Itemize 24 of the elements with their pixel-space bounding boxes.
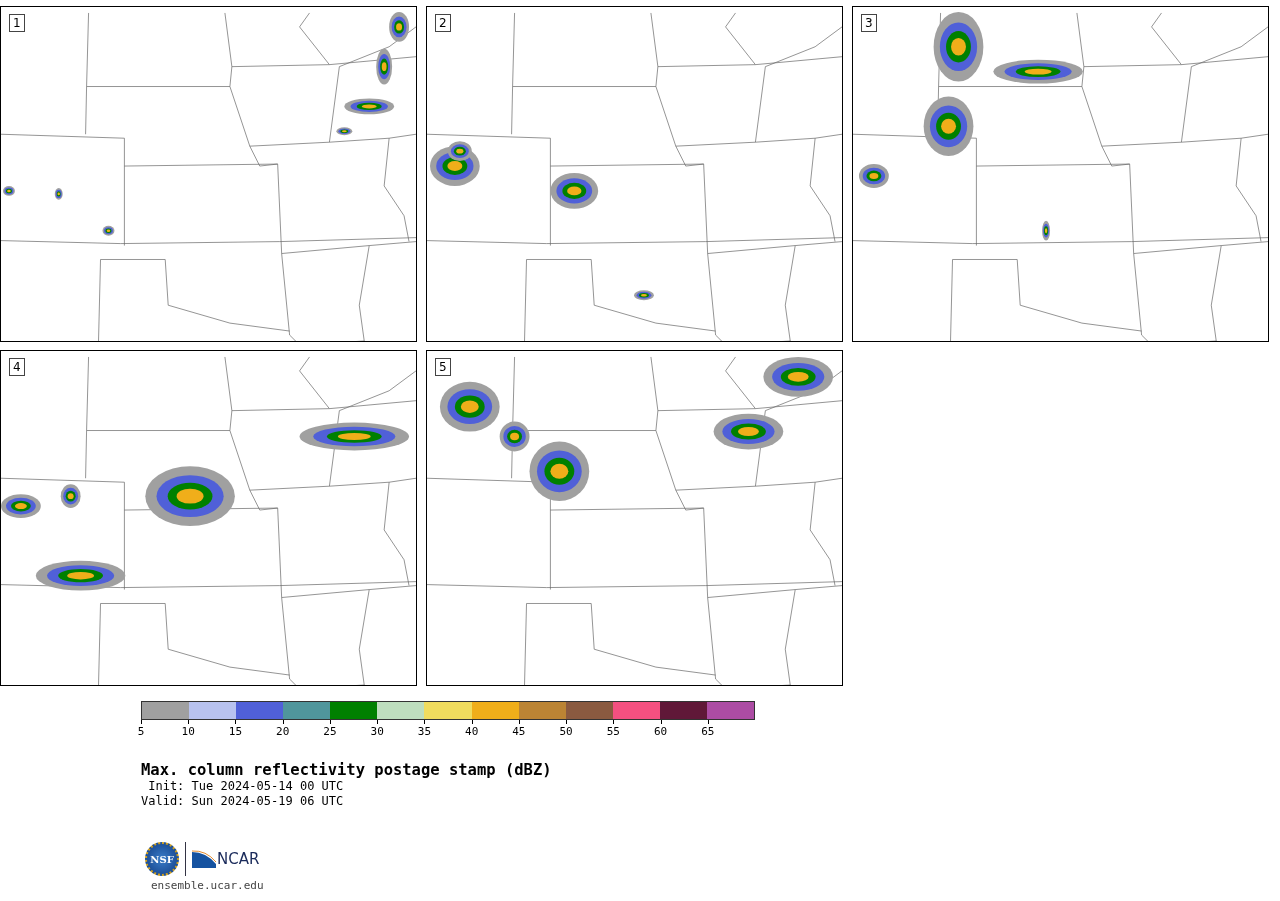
- scale-tick-label: 5: [137, 725, 145, 738]
- panel-number: 5: [435, 358, 451, 376]
- ncar-logo: NCAR: [192, 850, 260, 868]
- init-time: Init: Tue 2024-05-14 00 UTC: [147, 779, 345, 794]
- scale-tick-label: 10: [181, 725, 195, 738]
- scale-tick-label: 50: [559, 725, 573, 738]
- panel-number: 1: [9, 14, 25, 32]
- scale-tick-label: 60: [653, 725, 668, 738]
- nsf-logo: NSF: [145, 842, 179, 876]
- panel-number: 2: [435, 14, 451, 32]
- panel-number: 4: [9, 358, 25, 376]
- scale-tick-label: 20: [276, 725, 290, 738]
- scale-tick-label: 65: [701, 725, 715, 738]
- scale-tick-label: 15: [228, 725, 243, 738]
- chart-title: Max. column reflectivity postage stamp (dBZ): [141, 761, 553, 779]
- scale-tick-label: 30: [370, 725, 384, 738]
- panel-number: 3: [861, 14, 877, 32]
- valid-time: Valid: Sun 2024-05-19 06 UTC: [141, 794, 345, 809]
- scale-tick-label: 55: [606, 725, 620, 738]
- scale-tick-label: 25: [323, 725, 337, 738]
- scale-tick-label: 40: [465, 725, 479, 738]
- website-url: ensemble.ucar.edu: [151, 879, 265, 892]
- scale-tick-label: 45: [512, 725, 526, 738]
- scale-tick-label: 35: [417, 725, 432, 738]
